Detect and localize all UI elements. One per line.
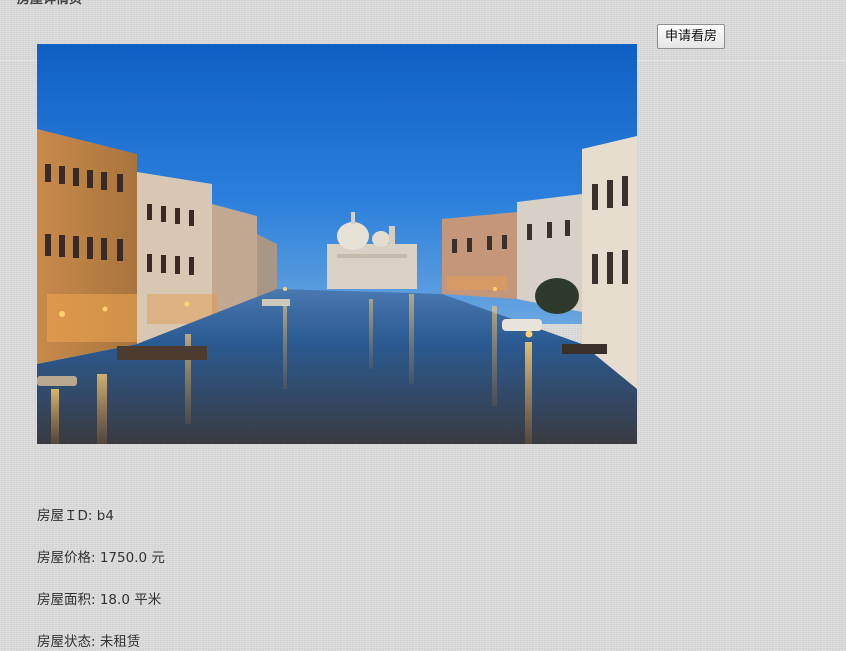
house-area-line: 房屋面积: 18.0 平米 bbox=[37, 591, 161, 609]
page-title: 房屋详情页 bbox=[17, 0, 82, 8]
house-id-value: b4 bbox=[96, 508, 114, 524]
house-status-label: 房屋状态: bbox=[37, 634, 100, 650]
house-price-value: 1750.0 bbox=[99, 550, 148, 566]
house-area-label: 房屋面积: bbox=[37, 592, 100, 608]
house-status-value: 未租赁 bbox=[99, 634, 141, 650]
house-photo bbox=[37, 44, 637, 444]
house-area-unit: 平米 bbox=[129, 592, 162, 608]
house-status-line: 房屋状态: 未租赁 bbox=[37, 633, 140, 651]
house-id-line: 房屋ＩD: b4 bbox=[37, 507, 114, 525]
house-price-line: 房屋价格: 1750.0 元 bbox=[37, 549, 165, 567]
house-price-label: 房屋价格: bbox=[37, 550, 100, 566]
house-id-label: 房屋ＩD: bbox=[37, 508, 97, 524]
house-area-value: 18.0 bbox=[99, 592, 130, 608]
apply-viewing-button[interactable]: 申请看房 bbox=[657, 24, 726, 49]
house-price-unit: 元 bbox=[147, 550, 165, 566]
